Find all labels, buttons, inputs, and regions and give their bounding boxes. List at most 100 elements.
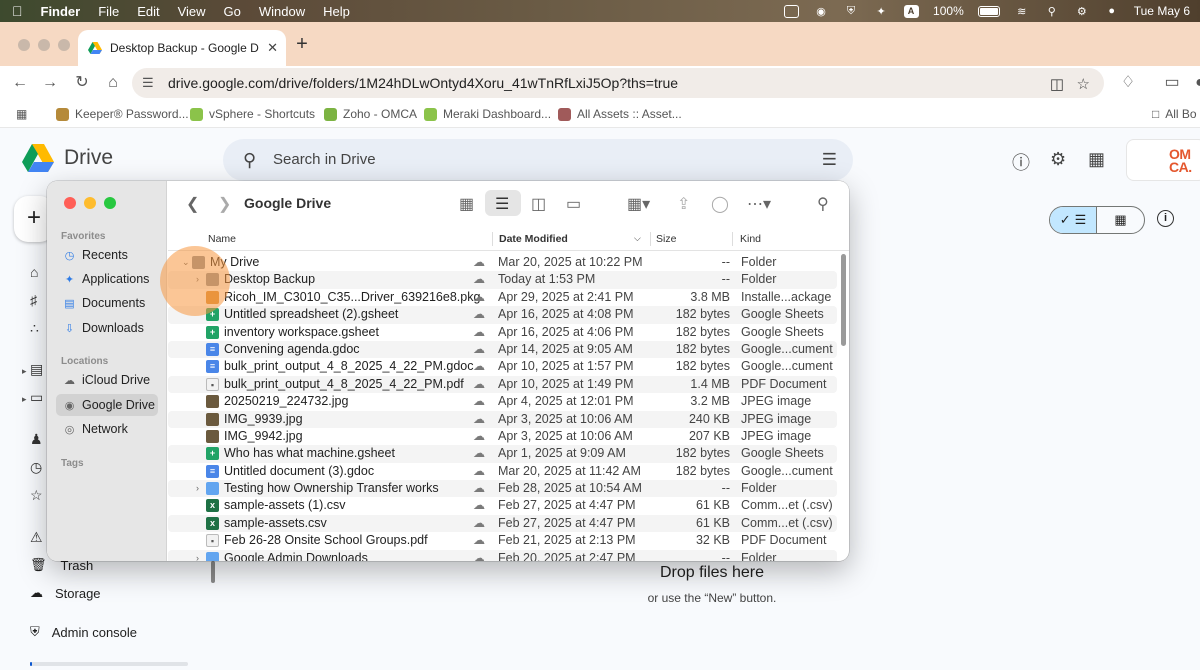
more-actions-icon[interactable]: ⋯▾ — [747, 194, 771, 214]
expand-caret-icon[interactable]: ▸ — [22, 366, 27, 377]
finder-row[interactable]: Ricoh_IM_C3010_C35...Driver_639216e8.pkg… — [168, 289, 837, 306]
finder-row[interactable]: ›Desktop Backup☁Today at 1:53 PM--Folder — [168, 271, 837, 289]
shared-with-me-icon[interactable]: ♟ — [30, 431, 48, 447]
bird-icon[interactable]: ✦ — [873, 4, 889, 18]
zoom-window-button[interactable] — [58, 39, 70, 51]
bookmark-assets[interactable]: All Assets :: Asset... — [558, 107, 682, 121]
cloud-download-icon[interactable]: ☁ — [473, 481, 485, 495]
recent-clock-icon[interactable]: ◷ — [30, 459, 48, 475]
sidebar-item-admin-console[interactable]: ⛨ Admin console — [30, 624, 137, 640]
column-date-modified[interactable]: Date Modified — [499, 233, 568, 245]
finder-row[interactable]: ≡ bulk_print_output_4_8_2025_4_22_PM.gdoc… — [168, 358, 837, 375]
finder-window[interactable]: Favorites ◷ Recents ✦ Applications ▤ Docume… — [47, 181, 849, 561]
finder-row[interactable]: 20250219_224732.jpg ☁ Apr 4, 2025 at 12:01… — [168, 393, 837, 410]
close-window-button[interactable] — [18, 39, 30, 51]
cloud-download-icon[interactable]: ☁ — [473, 464, 485, 478]
bookmark-keeper[interactable]: Keeper® Password... — [56, 107, 189, 121]
column-divider[interactable] — [492, 232, 493, 246]
finder-row[interactable]: x sample-assets.csv ☁ Feb 27, 2025 at 4:47 … — [168, 514, 837, 533]
bookmark-all-bookmarks[interactable]: □ All Bo — [1152, 107, 1197, 121]
computers-icon[interactable]: ▭ — [30, 389, 48, 405]
reload-icon[interactable]: ↻ — [72, 73, 92, 93]
siri-icon[interactable]: ● — [1104, 4, 1120, 18]
sidebar-item-google-drive[interactable]: ◉ Google Drive — [56, 394, 158, 416]
finder-row[interactable]: + Who has what machine.gsheet ☁ Apr 1, 2025… — [168, 445, 837, 463]
sort-chevron-icon[interactable]: ⌵ — [634, 233, 641, 244]
back-icon[interactable]: ← — [10, 73, 30, 93]
cloud-download-icon[interactable]: ☁ — [473, 307, 485, 321]
column-name[interactable]: Name — [208, 233, 236, 245]
back-chevron-icon[interactable]: ❮ — [186, 194, 199, 214]
gallery-view-icon[interactable]: ▭ — [566, 194, 581, 214]
cloud-download-icon[interactable]: ☁ — [473, 255, 485, 269]
cloud-download-icon[interactable]: ☁ — [473, 359, 485, 373]
sidebar-item-applications[interactable]: ✦ Applications — [56, 268, 158, 290]
record-icon[interactable]: ◉ — [813, 4, 829, 18]
finder-row[interactable]: › Google Admin Downloads ☁ Feb 20, 2025 at … — [168, 549, 837, 561]
finder-row[interactable]: IMG_9939.jpg ☁ Apr 3, 2025 at 10:06 AM 240 … — [168, 410, 837, 428]
finder-row[interactable]: ▪ Feb 26-28 Onsite School Groups.pdf ☁ Feb … — [168, 532, 837, 549]
sidebar-item-icloud-drive[interactable]: ☁ iCloud Drive — [56, 369, 158, 391]
bookmark-zoho[interactable]: Zoho - OMCA — [324, 107, 417, 121]
finder-row[interactable]: ≡ Untitled document (3).gdoc ☁ Mar 20, 2025… — [168, 463, 837, 480]
list-view-icon[interactable]: ☰ — [495, 194, 509, 214]
site-info-icon[interactable]: ☰ — [142, 75, 158, 91]
spotlight-search-icon[interactable]: ⚲ — [1044, 4, 1060, 18]
forward-icon[interactable]: → — [40, 73, 60, 93]
finder-search-icon[interactable]: ⚲ — [817, 194, 829, 214]
menubar-clock[interactable]: Tue May 6 — [1134, 4, 1190, 18]
apple-menu-icon[interactable]:  — [12, 3, 23, 19]
drive-logo[interactable]: Drive — [22, 144, 113, 172]
cloud-download-icon[interactable]: ☁ — [473, 325, 485, 339]
menu-file[interactable]: File — [98, 4, 119, 19]
home-icon[interactable]: ⌂ — [30, 264, 48, 280]
spam-icon[interactable]: ⚠ — [30, 529, 48, 545]
cloud-download-icon[interactable]: ☁ — [473, 412, 485, 426]
cloud-download-icon[interactable]: ☁ — [473, 446, 485, 460]
finder-scrollbar[interactable] — [841, 254, 846, 346]
expand-caret-icon[interactable]: ▸ — [22, 394, 27, 405]
finder-row[interactable]: › Testing how Ownership Transfer works ☁ Fe… — [168, 480, 837, 498]
sidebar-scrollbar[interactable] — [211, 561, 215, 583]
column-divider[interactable] — [650, 232, 651, 246]
share-icon[interactable]: ⇪ — [677, 194, 690, 214]
column-kind[interactable]: Kind — [740, 233, 761, 245]
finder-minimize-button[interactable] — [84, 197, 96, 209]
menu-app-name[interactable]: Finder — [41, 4, 81, 19]
sidebar-item-recents[interactable]: ◷ Recents — [56, 244, 158, 266]
menu-edit[interactable]: Edit — [137, 4, 159, 19]
starred-icon[interactable]: ☆ — [30, 487, 48, 503]
finder-close-button[interactable] — [64, 197, 76, 209]
cloud-download-icon[interactable]: ☁ — [473, 377, 485, 391]
new-tab-button[interactable]: + — [292, 34, 312, 54]
finder-row[interactable]: ▪ bulk_print_output_4_8_2025_4_22_PM.pdf ☁… — [168, 375, 837, 394]
my-drive-icon[interactable]: ▤ — [30, 361, 48, 377]
bookmark-star-icon[interactable]: ☆ — [1077, 75, 1090, 93]
status-box-icon[interactable] — [783, 4, 799, 18]
workspaces-icon[interactable]: ∴ — [30, 320, 48, 336]
finder-row[interactable]: ⌄My Drive☁Mar 20, 2025 at 10:22 PM--Fold… — [168, 254, 837, 271]
cloud-download-icon[interactable]: ☁ — [473, 394, 485, 408]
home-icon[interactable]: ⌂ — [103, 73, 123, 93]
profile-avatar[interactable]: ● — [1190, 73, 1200, 93]
menu-window[interactable]: Window — [259, 4, 305, 19]
input-source-icon[interactable]: A — [903, 4, 919, 18]
tag-icon[interactable]: ◯ — [711, 194, 729, 214]
icon-view-icon[interactable]: ▦ — [459, 194, 474, 214]
finder-row[interactable]: + inventory workspace.gsheet ☁ Apr 16, 2025… — [168, 324, 837, 341]
search-icon[interactable]: ⚲ — [243, 150, 256, 171]
expand-chevron-icon[interactable]: › — [196, 483, 199, 493]
sidebar-item-storage[interactable]: ☁ Storage — [30, 585, 101, 601]
browser-tab-active[interactable]: Desktop Backup - Google Dri ✕ — [78, 30, 286, 66]
cloud-download-icon[interactable]: ☁ — [473, 290, 485, 304]
sidebar-item-documents[interactable]: ▤ Documents — [56, 292, 158, 314]
forward-chevron-icon[interactable]: ❯ — [218, 194, 231, 214]
control-center-icon[interactable]: ⚙ — [1074, 4, 1090, 18]
menu-help[interactable]: Help — [323, 4, 350, 19]
cloud-download-icon[interactable]: ☁ — [473, 272, 485, 286]
apps-grid-icon[interactable]: ▦ — [16, 107, 27, 121]
menu-go[interactable]: Go — [224, 4, 241, 19]
cast-icon[interactable]: ▭ — [1162, 73, 1182, 93]
activity-bell-icon[interactable]: ♯ — [30, 292, 48, 308]
sidebar-item-network[interactable]: ◎ Network — [56, 418, 158, 440]
